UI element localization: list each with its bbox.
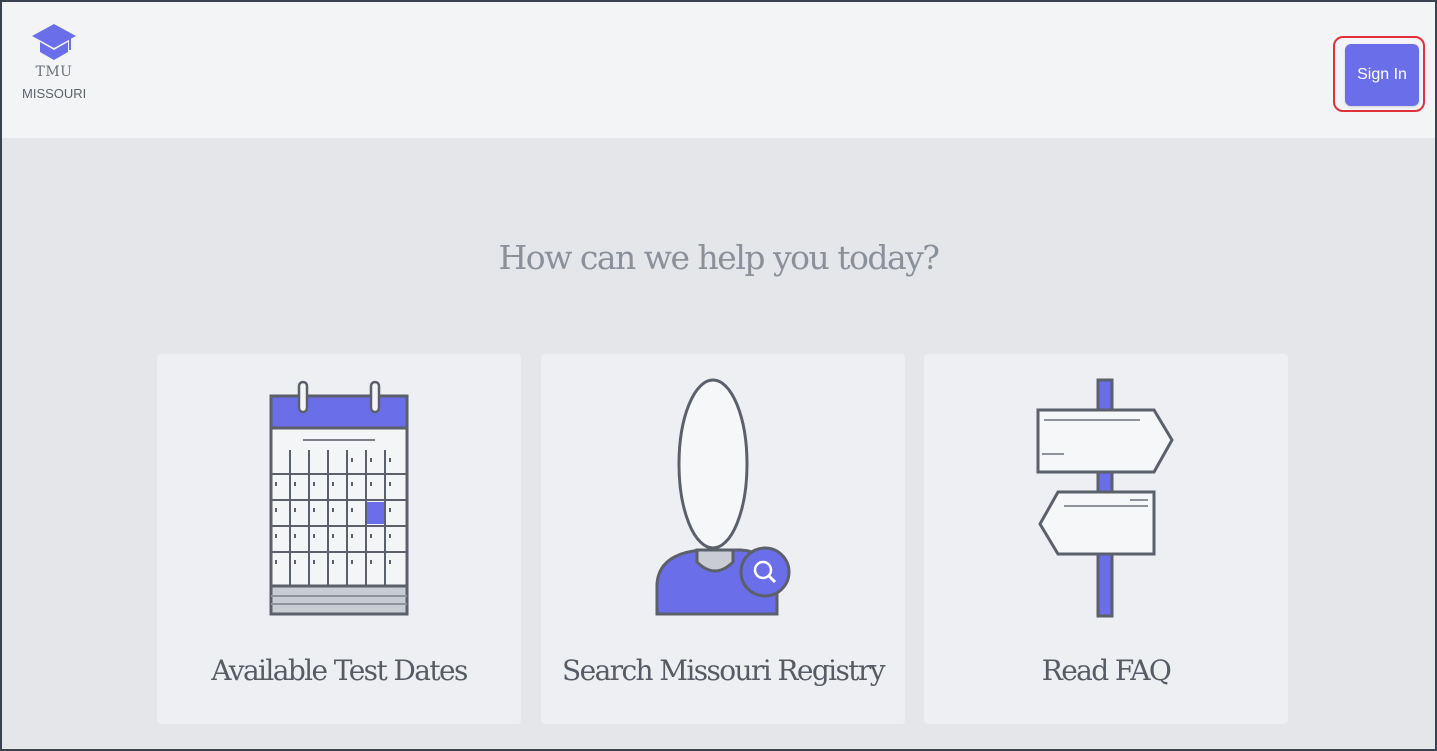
top-bar: TMU MISSOURI Sign In [2, 2, 1435, 138]
sign-in-button[interactable]: Sign In [1345, 44, 1419, 106]
card-search-missouri-registry[interactable]: Search Missouri Registry [541, 354, 905, 724]
graduation-cap-icon [32, 24, 76, 60]
page-title: How can we help you today? [498, 238, 940, 277]
card-label: Read FAQ [1041, 654, 1172, 687]
page: TMU MISSOURI Sign In How can we help you… [0, 0, 1437, 751]
card-label: Search Missouri Registry [562, 654, 886, 687]
card-label: Available Test Dates [211, 654, 468, 687]
signin-highlight: Sign In [1333, 36, 1425, 112]
brand-subtitle: MISSOURI [22, 86, 87, 101]
brand-name: TMU [35, 64, 73, 80]
signpost-icon [1036, 378, 1174, 618]
calendar-icon [269, 380, 409, 616]
card-available-test-dates[interactable]: Available Test Dates [157, 354, 521, 724]
card-read-faq[interactable]: Read FAQ [924, 354, 1288, 724]
brand-logo[interactable]: TMU MISSOURI [22, 22, 86, 101]
person-search-icon [655, 378, 791, 616]
